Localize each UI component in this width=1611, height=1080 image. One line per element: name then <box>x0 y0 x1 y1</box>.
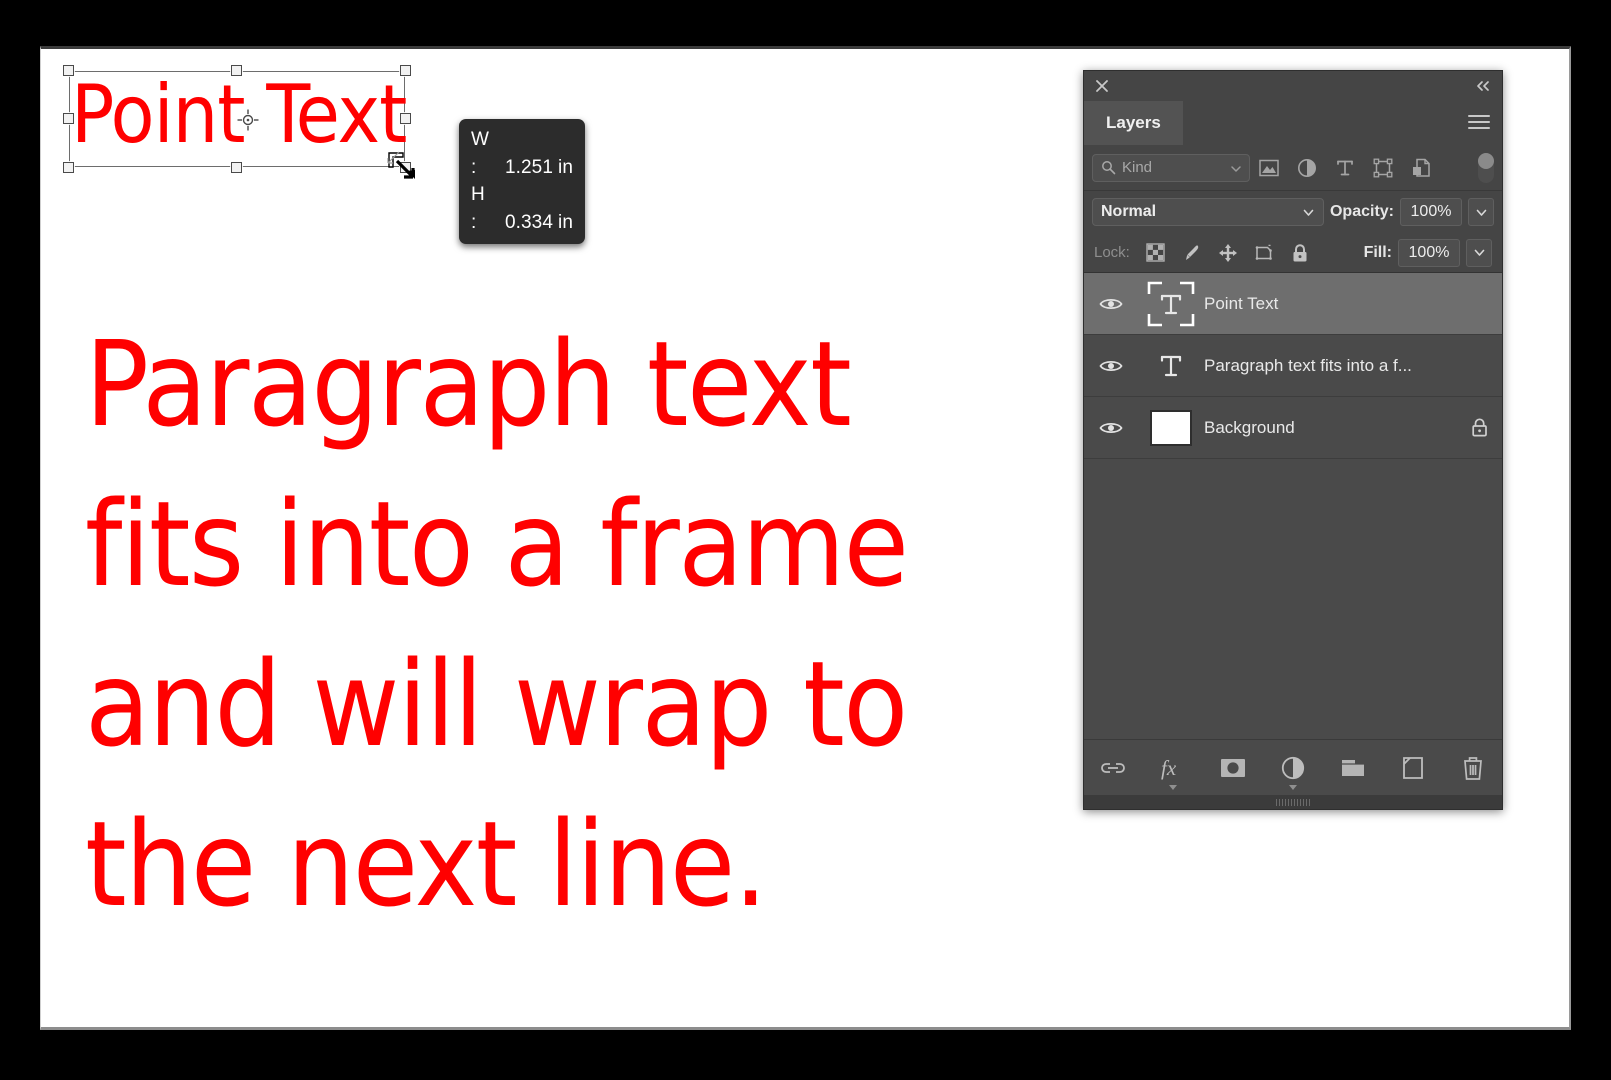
chevron-down-icon <box>1230 163 1242 175</box>
panel-title-bar <box>1084 71 1502 101</box>
svg-text:fx: fx <box>1161 756 1177 780</box>
new-layer-icon[interactable] <box>1397 752 1429 784</box>
transform-handle-bottom-left[interactable] <box>63 162 74 173</box>
fill-label: Fill: <box>1363 243 1392 261</box>
search-icon <box>1101 160 1116 175</box>
paragraph-text-layer-content: Paragraph text fits into a frame and wil… <box>85 315 909 933</box>
opacity-input[interactable]: 100% <box>1400 198 1462 226</box>
table-row[interactable]: Point Text <box>1084 273 1502 335</box>
layer-name: Background <box>1204 417 1295 437</box>
background-thumbnail <box>1150 409 1192 446</box>
point-text-transform-group[interactable]: Point Text <box>63 65 415 179</box>
tooltip-width-row: W : 1.251 in <box>471 126 573 181</box>
delete-layer-icon[interactable] <box>1457 752 1489 784</box>
transform-handle-middle-right[interactable] <box>400 113 411 124</box>
layer-name: Paragraph text fits into a f... <box>1204 355 1412 375</box>
tooltip-height-label: H : <box>471 184 485 233</box>
layer-style-fx-icon[interactable]: fx <box>1157 752 1189 790</box>
lock-artboard-nesting-icon[interactable] <box>1246 239 1282 267</box>
transform-dimensions-tooltip: W :1.251 in H :0.334 in <box>459 119 585 245</box>
type-layer-thumb <box>1138 343 1204 389</box>
blend-mode-value: Normal <box>1101 203 1157 220</box>
opacity-label: Opacity: <box>1329 203 1394 220</box>
transform-handle-bottom-center[interactable] <box>231 162 242 173</box>
tooltip-width-label: W : <box>471 129 490 178</box>
filter-kind-label: Kind <box>1122 159 1153 176</box>
grip-lines <box>1276 798 1310 806</box>
tooltip-width-value: 1.251 <box>504 156 553 178</box>
hamburger-menu-icon[interactable] <box>1468 115 1490 131</box>
transform-handle-top-left[interactable] <box>63 65 74 76</box>
transform-handle-top-center[interactable] <box>231 65 242 76</box>
opacity-stepper-caret[interactable] <box>1468 198 1494 226</box>
white-fill-thumb <box>1138 409 1204 446</box>
toggle-knob <box>1478 152 1494 169</box>
transform-handle-middle-left[interactable] <box>63 113 74 124</box>
tab-layers-label: Layers <box>1106 113 1161 132</box>
adjustment-layer-filter-icon[interactable] <box>1288 153 1326 183</box>
filter-kind-dropdown[interactable]: Kind <box>1092 153 1250 182</box>
layer-filter-bar: Kind <box>1084 145 1502 191</box>
tooltip-height-unit: in <box>558 211 573 233</box>
layer-name: Point Text <box>1204 293 1279 313</box>
layer-visibility-eye-icon[interactable] <box>1084 296 1138 312</box>
transform-reference-point-icon[interactable] <box>237 109 259 131</box>
blend-mode-dropdown[interactable]: Normal <box>1092 198 1324 226</box>
lock-image-pixels-icon[interactable] <box>1174 239 1210 267</box>
type-layer-selected-thumb <box>1138 281 1204 327</box>
filter-enable-toggle[interactable] <box>1478 152 1494 183</box>
lock-label: Lock: <box>1094 244 1130 261</box>
tab-layers[interactable]: Layers <box>1084 101 1183 145</box>
panel-tab-bar: Layers <box>1084 101 1502 145</box>
layers-panel: Layers Kind Normal Opacity: 100% Lock: F… <box>1083 70 1503 810</box>
screenshot-root: Point Text W: 1.251 in H: 0.334 in Par… <box>0 0 1611 1080</box>
collapse-panel-icon[interactable] <box>1474 77 1492 95</box>
lock-all-icon[interactable] <box>1282 239 1318 267</box>
transform-handle-top-right[interactable] <box>400 65 411 76</box>
smart-object-filter-icon[interactable] <box>1402 153 1440 183</box>
blend-mode-bar: Normal Opacity: 100% <box>1084 191 1502 233</box>
layers-list[interactable]: Point Text Paragraph text fits into a f.… <box>1084 273 1502 739</box>
chevron-down-icon <box>1169 784 1177 790</box>
lock-position-icon[interactable] <box>1210 239 1246 267</box>
pixel-layer-filter-icon[interactable] <box>1250 153 1288 183</box>
chevron-down-icon <box>1289 784 1297 790</box>
fill-stepper-caret[interactable] <box>1466 238 1492 267</box>
layer-locked-icon[interactable] <box>1456 417 1502 438</box>
link-layers-icon[interactable] <box>1097 752 1129 784</box>
panel-resize-grip[interactable] <box>1084 795 1502 809</box>
tooltip-height-value: 0.334 <box>504 211 553 233</box>
diagonal-resize-cursor-icon <box>385 149 425 189</box>
adjustment-layer-icon[interactable] <box>1277 752 1309 790</box>
layers-panel-footer: fx <box>1084 739 1502 795</box>
tooltip-width-unit: in <box>558 156 573 178</box>
chevron-down-icon <box>1302 206 1315 219</box>
close-icon[interactable] <box>1093 77 1111 95</box>
lock-bar: Lock: Fill: 100% <box>1084 233 1502 273</box>
table-row[interactable]: Background <box>1084 397 1502 459</box>
table-row[interactable]: Paragraph text fits into a f... <box>1084 335 1502 397</box>
new-group-icon[interactable] <box>1337 752 1369 784</box>
fill-input[interactable]: 100% <box>1398 238 1460 267</box>
layer-mask-icon[interactable] <box>1217 752 1249 784</box>
tooltip-height-row: H : 0.334 in <box>471 181 573 236</box>
type-layer-filter-icon[interactable] <box>1326 153 1364 183</box>
layer-visibility-eye-icon[interactable] <box>1084 420 1138 436</box>
layer-visibility-eye-icon[interactable] <box>1084 358 1138 374</box>
shape-layer-filter-icon[interactable] <box>1364 153 1402 183</box>
lock-transparent-pixels-icon[interactable] <box>1138 239 1174 267</box>
